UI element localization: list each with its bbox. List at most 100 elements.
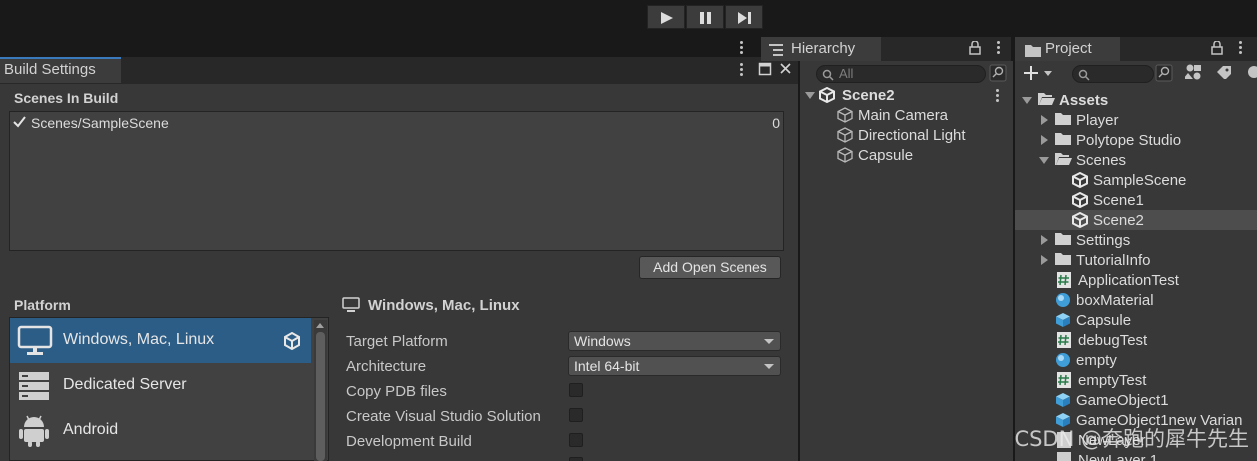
hierarchy-object-row[interactable]: Capsule <box>800 145 1013 165</box>
hierarchy-menu-icon[interactable] <box>997 41 1001 56</box>
tab-project[interactable]: Project <box>1015 37 1120 61</box>
target-platform-value: Windows <box>574 333 631 349</box>
platform-dedicated-server[interactable]: Dedicated Server <box>10 363 311 408</box>
chevron-down-icon <box>764 364 774 369</box>
scene-menu-icon[interactable] <box>996 89 1000 104</box>
architecture-value: Intel 64-bit <box>574 358 640 374</box>
checkmark-icon[interactable] <box>13 116 26 128</box>
build-settings-tabbar: Build Settings <box>0 57 798 84</box>
hierarchy-scene-name: Scene2 <box>842 87 895 104</box>
collapse-arrow-icon[interactable] <box>1039 157 1049 164</box>
dock-menu-icon[interactable] <box>740 41 744 56</box>
unity-scene-icon <box>819 87 835 103</box>
platform-windows-mac-linux[interactable]: Windows, Mac, Linux <box>10 318 311 363</box>
project-item-label: SampleScene <box>1093 172 1187 189</box>
search-icon <box>1078 69 1090 81</box>
list-icon <box>769 44 783 56</box>
scenes-list[interactable]: Scenes/SampleScene 0 <box>9 111 784 251</box>
play-button[interactable] <box>647 5 685 29</box>
project-item-label: Scenes <box>1076 152 1127 169</box>
tab-hierarchy-label: Hierarchy <box>791 40 856 57</box>
expand-arrow-icon[interactable] <box>1041 255 1048 265</box>
android-icon <box>19 415 49 447</box>
project-item-label: Settings <box>1076 232 1131 249</box>
close-icon[interactable] <box>779 62 792 75</box>
project-asset-row[interactable]: empty <box>1015 350 1257 370</box>
project-folder-row[interactable]: Scenes <box>1015 150 1257 170</box>
project-search-input[interactable] <box>1072 65 1154 83</box>
target-platform-dropdown[interactable]: Windows <box>568 331 781 351</box>
play-icon <box>661 12 673 24</box>
filter-by-type-icon[interactable] <box>1185 64 1203 80</box>
project-item-label: Capsule <box>1076 312 1132 329</box>
project-asset-row[interactable]: Scene1 <box>1015 190 1257 210</box>
project-asset-row[interactable]: Capsule <box>1015 310 1257 330</box>
tab-build-settings-label: Build Settings <box>4 61 96 78</box>
hidden-packages-icon[interactable] <box>1247 65 1257 79</box>
project-folder-row[interactable]: Settings <box>1015 230 1257 250</box>
hierarchy-object-label: Capsule <box>858 147 914 164</box>
main-toolbar <box>0 0 1257 36</box>
project-asset-row[interactable]: GameObject1 <box>1015 390 1257 410</box>
copy-pdb-checkbox[interactable] <box>569 383 583 397</box>
project-asset-row[interactable]: emptyTest <box>1015 370 1257 390</box>
project-item-label: empty <box>1076 352 1117 369</box>
project-asset-row[interactable]: debugTest <box>1015 330 1257 350</box>
scroll-up-arrow-icon[interactable] <box>316 323 324 328</box>
monitor-icon <box>17 325 53 355</box>
project-asset-row[interactable]: ApplicationTest <box>1015 270 1257 290</box>
hierarchy-object-row[interactable]: Main Camera <box>800 105 1013 125</box>
project-item-label: ApplicationTest <box>1078 272 1179 289</box>
scene-row[interactable]: Scenes/SampleScene 0 <box>10 112 783 132</box>
platform-label: Android <box>63 421 119 438</box>
pause-button[interactable] <box>686 5 724 29</box>
project-folder-row[interactable]: Polytope Studio <box>1015 130 1257 150</box>
folder-icon <box>1055 132 1071 149</box>
search-filter-icon[interactable] <box>1155 64 1173 82</box>
platform-android[interactable]: Android <box>10 408 311 453</box>
material-sphere-icon <box>1055 352 1071 372</box>
tab-hierarchy[interactable]: Hierarchy <box>761 37 881 61</box>
scrollbar-thumb[interactable] <box>316 332 325 461</box>
create-vs-solution-checkbox[interactable] <box>569 408 583 422</box>
chevron-down-icon <box>764 339 774 344</box>
folder-open-icon <box>1038 92 1055 109</box>
platform-scrollbar[interactable] <box>314 320 327 461</box>
hierarchy-scene-row[interactable]: Scene2 <box>800 85 1013 105</box>
step-button[interactable] <box>725 5 763 29</box>
hierarchy-search-input[interactable]: All <box>816 65 986 83</box>
project-asset-row[interactable]: SampleScene <box>1015 170 1257 190</box>
project-menu-icon[interactable] <box>1239 41 1243 56</box>
architecture-dropdown[interactable]: Intel 64-bit <box>568 356 781 376</box>
project-folder-row[interactable]: Assets <box>1015 90 1257 110</box>
server-icon <box>19 372 49 400</box>
hierarchy-search-placeholder: All <box>839 66 854 81</box>
build-settings-menu-icon[interactable] <box>740 63 744 78</box>
expand-arrow-icon[interactable] <box>805 92 815 99</box>
create-dropdown-icon[interactable] <box>1044 71 1052 76</box>
expand-arrow-icon[interactable] <box>1041 115 1048 125</box>
project-folder-row[interactable]: Player <box>1015 110 1257 130</box>
plus-icon[interactable] <box>1024 66 1038 80</box>
add-open-scenes-button[interactable]: Add Open Scenes <box>639 256 781 279</box>
lock-icon[interactable] <box>1211 41 1223 55</box>
project-item-label: boxMaterial <box>1076 292 1154 309</box>
hierarchy-object-row[interactable]: Directional Light <box>800 125 1013 145</box>
expand-arrow-icon[interactable] <box>1041 135 1048 145</box>
collapse-arrow-icon[interactable] <box>1022 97 1032 104</box>
project-folder-row[interactable]: TutorialInfo <box>1015 250 1257 270</box>
project-asset-row[interactable]: Scene2 <box>1015 210 1257 230</box>
search-filter-icon[interactable] <box>989 64 1007 82</box>
project-asset-row[interactable]: boxMaterial <box>1015 290 1257 310</box>
expand-arrow-icon[interactable] <box>1041 235 1048 245</box>
development-build-checkbox[interactable] <box>569 433 583 447</box>
tab-build-settings[interactable]: Build Settings <box>0 57 121 83</box>
hierarchy-panel: All Scene2 Main Camera Directional Light… <box>800 61 1013 461</box>
hierarchy-object-label: Directional Light <box>858 127 966 144</box>
label-tag-icon[interactable] <box>1216 65 1232 79</box>
next-setting-checkbox[interactable] <box>569 457 583 461</box>
lock-icon[interactable] <box>969 41 981 55</box>
hierarchy-object-label: Main Camera <box>858 107 949 124</box>
maximize-icon[interactable] <box>758 62 772 76</box>
unity-scene-icon <box>1072 211 1088 232</box>
